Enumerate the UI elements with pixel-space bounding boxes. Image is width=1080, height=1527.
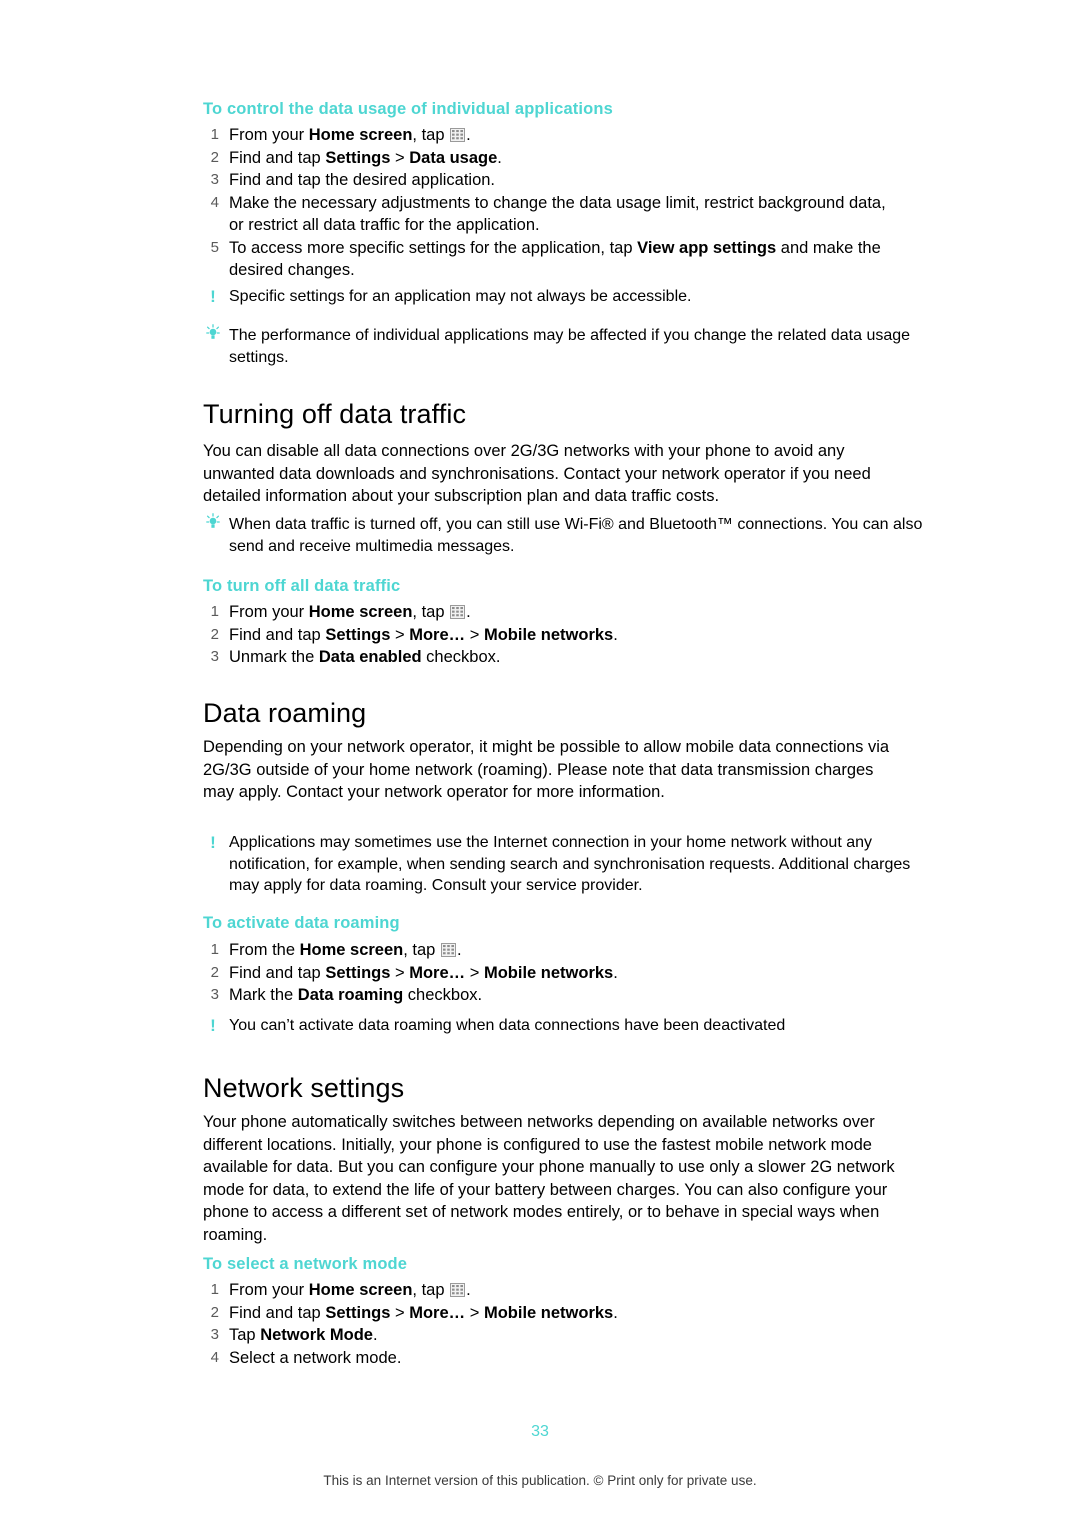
- exclamation-icon: !: [210, 833, 216, 852]
- section-body-turning-off-data-traffic: You can disable all data connections ove…: [203, 442, 871, 505]
- list-item: 3 Find and tap the desired application.: [203, 169, 903, 192]
- note-applications-internet-connection: ! Applications may sometimes use the Int…: [203, 832, 929, 897]
- procedure-title-select-network-mode: To select a network mode: [203, 1255, 408, 1273]
- keypad-icon: [450, 1283, 466, 1297]
- procedure-steps-select-network-mode: 1 From your Home screen, tap . 2 Find an…: [203, 1279, 903, 1369]
- step-text: From the Home screen, tap .: [229, 941, 462, 959]
- lightbulb-icon: [203, 513, 223, 535]
- step-number: 2: [210, 625, 219, 643]
- step-text: From your Home screen, tap .: [229, 1281, 471, 1299]
- step-number: 2: [210, 963, 219, 981]
- step-number: 1: [210, 603, 219, 620]
- keypad-icon: [450, 605, 466, 619]
- list-item: 1 From your Home screen, tap .: [203, 124, 903, 147]
- step-number: 4: [210, 193, 219, 211]
- step-number: 5: [210, 238, 219, 256]
- step-text: Find and tap Settings > Data usage.: [229, 148, 502, 167]
- step-number: 2: [210, 1303, 219, 1321]
- exclamation-icon: !: [210, 1016, 216, 1035]
- step-text: From your Home screen, tap .: [229, 126, 471, 144]
- list-item: 1 From your Home screen, tap .: [203, 1279, 903, 1302]
- list-item: 3 Tap Network Mode.: [203, 1324, 903, 1347]
- step-number: 3: [210, 986, 219, 1003]
- procedure-title-turn-off-all-data-traffic: To turn off all data traffic: [203, 577, 401, 595]
- step-number: 3: [210, 1326, 219, 1343]
- note-text: Applications may sometimes use the Inter…: [229, 834, 911, 894]
- list-item: 3 Mark the Data roaming checkbox.: [203, 984, 903, 1007]
- step-text: Find and tap the desired application.: [229, 171, 496, 189]
- step-text: Find and tap Settings > More… > Mobile n…: [229, 1303, 618, 1322]
- step-number: 4: [210, 1348, 219, 1366]
- list-item: 1 From your Home screen, tap .: [203, 601, 903, 624]
- document-page: To control the data usage of individual …: [0, 0, 1080, 1527]
- section-title-data-roaming: Data roaming: [203, 698, 367, 728]
- section-body-data-roaming: Depending on your network operator, it m…: [203, 738, 890, 801]
- keypad-icon: [440, 943, 456, 957]
- step-number: 2: [210, 148, 219, 166]
- procedure-steps-turn-off-all-data-traffic: 1 From your Home screen, tap . 2 Find an…: [203, 601, 903, 669]
- procedure-title-control-data-usage: To control the data usage of individual …: [203, 100, 613, 118]
- step-text: Unmark the Data enabled checkbox.: [229, 648, 501, 666]
- note-text: You can’t activate data roaming when dat…: [229, 1017, 786, 1034]
- list-item: 2 Find and tap Settings > More… > Mobile…: [203, 1302, 903, 1325]
- list-item: 2 Find and tap Settings > More… > Mobile…: [203, 962, 903, 985]
- section-title-network-settings: Network settings: [203, 1073, 405, 1103]
- list-item: 5 To access more specific settings for t…: [203, 237, 903, 282]
- list-item: 2 Find and tap Settings > Data usage.: [203, 147, 903, 170]
- step-text: Find and tap Settings > More… > Mobile n…: [229, 963, 618, 982]
- step-text: Tap Network Mode.: [229, 1326, 378, 1344]
- note-cannot-activate-roaming: ! You can’t activate data roaming when d…: [203, 1015, 929, 1037]
- step-text: To access more specific settings for the…: [229, 238, 881, 280]
- step-number: 1: [210, 941, 219, 958]
- tip-performance-individual-apps: The performance of individual applicatio…: [203, 324, 939, 368]
- list-item: 4 Make the necessary adjustments to chan…: [203, 192, 903, 237]
- note-specific-settings: ! Specific settings for an application m…: [203, 286, 929, 308]
- tip-wifi-bluetooth: When data traffic is turned off, you can…: [203, 513, 929, 557]
- tip-text: When data traffic is turned off, you can…: [229, 516, 923, 555]
- step-number: 3: [210, 171, 219, 188]
- procedure-title-activate-data-roaming: To activate data roaming: [203, 914, 400, 932]
- page-number: 33: [531, 1423, 549, 1440]
- keypad-icon: [450, 128, 466, 142]
- exclamation-icon: !: [210, 287, 216, 306]
- list-item: 1 From the Home screen, tap .: [203, 939, 903, 962]
- step-text: Mark the Data roaming checkbox.: [229, 986, 483, 1004]
- step-number: 3: [210, 648, 219, 665]
- note-text: Specific settings for an application may…: [229, 288, 692, 305]
- step-text: From your Home screen, tap .: [229, 603, 471, 621]
- list-item: 4 Select a network mode.: [203, 1347, 903, 1370]
- step-text: Select a network mode.: [229, 1348, 402, 1367]
- list-item: 2 Find and tap Settings > More… > Mobile…: [203, 624, 903, 647]
- procedure-steps-control-data-usage: 1 From your Home screen, tap . 2 Find an…: [203, 124, 903, 282]
- step-text: Find and tap Settings > More… > Mobile n…: [229, 625, 618, 644]
- tip-text: The performance of individual applicatio…: [229, 327, 911, 366]
- step-number: 1: [210, 126, 219, 143]
- step-number: 1: [210, 1281, 219, 1298]
- section-title-turning-off-data-traffic: Turning off data traffic: [203, 399, 467, 429]
- footer-note: This is an Internet version of this publ…: [323, 1473, 757, 1488]
- list-item: 3 Unmark the Data enabled checkbox.: [203, 646, 903, 669]
- procedure-steps-activate-data-roaming: 1 From the Home screen, tap . 2 Find and…: [203, 939, 903, 1007]
- section-body-network-settings: Your phone automatically switches betwee…: [203, 1113, 895, 1244]
- step-text: Make the necessary adjustments to change…: [229, 193, 886, 235]
- lightbulb-icon: [203, 324, 223, 346]
